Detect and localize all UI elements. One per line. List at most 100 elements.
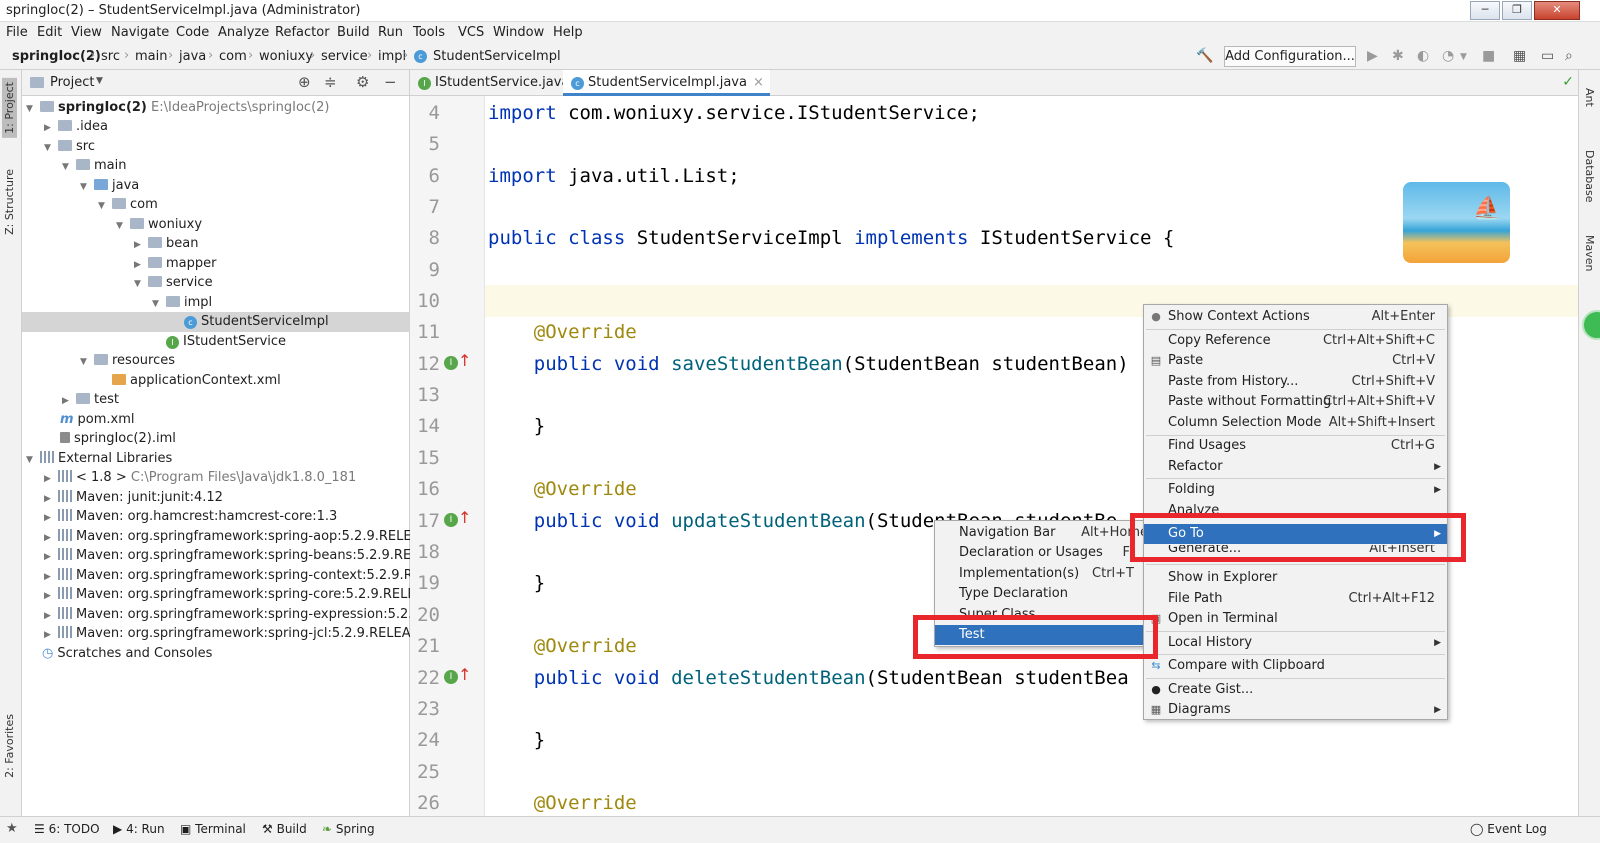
minimize-button[interactable]: ─: [1470, 1, 1500, 20]
hide-icon[interactable]: −: [384, 73, 397, 91]
code-line[interactable]: import java.util.List;: [488, 165, 740, 187]
code-line[interactable]: @Override: [488, 792, 637, 814]
profile-icon[interactable]: ◔: [1442, 48, 1454, 64]
close-icon[interactable]: ×: [753, 75, 764, 90]
menu-item-show-context-actions[interactable]: ● Show Context Actions Alt+Enter: [1144, 307, 1447, 327]
menu-item-paste[interactable]: ▤ Paste Ctrl+V: [1144, 351, 1447, 371]
code-line[interactable]: @Override: [488, 321, 637, 343]
breadcrumb-woniuxy[interactable]: woniuxy: [259, 49, 313, 64]
search-icon[interactable]: ⌕: [1565, 48, 1573, 64]
tree-item[interactable]: applicationContext.xml: [22, 371, 410, 391]
code-line[interactable]: }: [488, 729, 545, 751]
run-tool-button[interactable]: ▶ 4: Run: [113, 822, 165, 836]
tree-item[interactable]: ▶ Maven: org.springframework:spring-core:…: [22, 585, 441, 605]
menu-item-local-history[interactable]: Local History ▶: [1144, 633, 1447, 653]
arrow-up-icon[interactable]: ↑: [458, 351, 471, 370]
breadcrumb-java[interactable]: java: [179, 49, 206, 64]
menu-item-implementations[interactable]: Implementation(s) Ctrl+T: [935, 564, 1146, 584]
menu-file[interactable]: File: [6, 25, 28, 40]
run-icon[interactable]: ▶: [1367, 48, 1378, 64]
breadcrumb-src[interactable]: src: [101, 49, 120, 64]
tree-item[interactable]: I IStudentService: [22, 332, 410, 352]
menu-item-type-declaration[interactable]: Type Declaration: [935, 584, 1146, 604]
menu-item-column-selection-mode[interactable]: Column Selection Mode Alt+Shift+Insert: [1144, 413, 1447, 433]
menu-help[interactable]: Help: [553, 25, 583, 40]
code-line[interactable]: import com.woniuxy.service.IStudentServi…: [488, 102, 980, 124]
menu-item-compare-with-clipboard[interactable]: ⇆ Compare with Clipboard: [1144, 656, 1447, 676]
add-configuration-button[interactable]: Add Configuration...: [1224, 46, 1356, 67]
breadcrumb-service[interactable]: service: [321, 49, 368, 64]
menu-vcs[interactable]: VCS: [458, 25, 484, 40]
tree-item[interactable]: ▼ main: [22, 156, 410, 176]
tree-item[interactable]: ▼ impl: [22, 293, 410, 313]
arrow-up-icon[interactable]: ↑: [458, 508, 471, 527]
tree-item[interactable]: ▼ woniuxy: [22, 215, 410, 235]
maximize-button[interactable]: ❐: [1502, 1, 1532, 20]
menu-run[interactable]: Run: [378, 25, 403, 40]
tree-item[interactable]: ▶ Maven: junit:junit:4.12: [22, 488, 410, 508]
breadcrumb-file[interactable]: StudentServiceImpl: [433, 49, 561, 64]
tree-item[interactable]: ▼ src: [22, 137, 410, 157]
tree-item[interactable]: m pom.xml: [22, 410, 410, 430]
menu-code[interactable]: Code: [176, 25, 209, 40]
menu-navigate[interactable]: Navigate: [111, 25, 169, 40]
menu-item-diagrams[interactable]: ▦ Diagrams ▶: [1144, 700, 1447, 720]
gear-icon[interactable]: ⚙: [356, 73, 369, 91]
menu-item-copy-reference[interactable]: Copy Reference Ctrl+Alt+Shift+C: [1144, 331, 1447, 351]
menu-item-paste-without-formatting[interactable]: Paste without Formatting Ctrl+Alt+Shift+V: [1144, 392, 1447, 412]
hammer-icon[interactable]: 🔨: [1196, 48, 1213, 64]
tab-structure-tool[interactable]: Z: Structure: [2, 165, 17, 239]
close-button[interactable]: ✕: [1534, 1, 1580, 20]
tree-item[interactable]: ▶ mapper: [22, 254, 410, 274]
breadcrumb-main[interactable]: main: [135, 49, 167, 64]
todo-tool-button[interactable]: ☰ 6: TODO: [34, 822, 100, 836]
menu-window[interactable]: Window: [493, 25, 544, 40]
tree-item[interactable]: ▼ service: [22, 273, 410, 293]
menu-build[interactable]: Build: [337, 25, 370, 40]
code-line[interactable]: public class StudentServiceImpl implemen…: [488, 227, 1174, 249]
chevron-down-icon[interactable]: ▼: [96, 76, 103, 86]
implements-gutter-icon[interactable]: I: [444, 513, 458, 527]
tab-ant-tool[interactable]: Ant: [1583, 88, 1596, 107]
tree-item[interactable]: ▶ .idea: [22, 117, 410, 137]
breadcrumb-project[interactable]: springIoc(2): [12, 49, 101, 64]
event-log-button[interactable]: ◯ Event Log: [1470, 822, 1547, 836]
collapse-icon[interactable]: ≑: [324, 73, 337, 91]
menu-edit[interactable]: Edit: [37, 25, 62, 40]
stop-icon[interactable]: ■: [1482, 48, 1495, 64]
menu-tools[interactable]: Tools: [413, 25, 445, 40]
menu-item-analyze[interactable]: Analyze: [1144, 501, 1447, 513]
tree-item[interactable]: ▶ Maven: org.springframework:spring-expre…: [22, 605, 410, 625]
code-line[interactable]: @Override: [488, 635, 637, 657]
tree-item[interactable]: ▶ bean: [22, 234, 410, 254]
tab-studentserviceimpl[interactable]: c StudentServiceImpl.java ×: [563, 70, 770, 96]
tab-project-tool[interactable]: 1: Project: [2, 78, 17, 138]
menu-item-navigation-bar[interactable]: Navigation Bar Alt+Home: [935, 523, 1148, 543]
tree-item[interactable]: ▶ < 1.8 > C:\Program Files\Java\jdk1.8.0_…: [22, 468, 410, 488]
spring-tool-button[interactable]: ❧ Spring: [322, 822, 375, 836]
build-tool-button[interactable]: ⚒ Build: [262, 822, 307, 836]
project-structure-icon[interactable]: ▦: [1513, 48, 1526, 64]
tree-item[interactable]: ▼ resources: [22, 351, 410, 371]
menu-item-find-usages[interactable]: Find Usages Ctrl+G: [1144, 436, 1447, 456]
menu-view[interactable]: View: [71, 25, 102, 40]
tree-item[interactable]: ▼ springIoc(2) E:\IdeaProjects\springIoc(…: [22, 98, 410, 118]
debug-icon[interactable]: ✱: [1392, 48, 1404, 64]
menu-item-folding[interactable]: Folding ▶: [1144, 480, 1447, 500]
layout-icon[interactable]: ▭: [1541, 48, 1554, 64]
code-line[interactable]: public void saveStudentBean(StudentBean …: [488, 353, 1129, 375]
tree-item[interactable]: ▶ Maven: org.springframework:spring-beans…: [22, 546, 410, 566]
tree-item[interactable]: ▶ Maven: org.hamcrest:hamcrest-core:1.3: [22, 507, 410, 527]
locate-icon[interactable]: ⊕: [298, 73, 311, 91]
tab-database-tool[interactable]: Database: [1583, 150, 1596, 203]
breadcrumb-impl[interactable]: impl: [378, 49, 406, 64]
tree-item[interactable]: ▶ Maven: org.springframework:spring-jcl:5…: [22, 624, 427, 644]
coverage-icon[interactable]: ◐: [1417, 48, 1429, 64]
code-line[interactable]: }: [488, 572, 545, 594]
tree-item[interactable]: springIoc(2).iml: [22, 429, 410, 449]
menu-item-open-in-terminal[interactable]: ▣ Open in Terminal: [1144, 609, 1447, 629]
menu-refactor[interactable]: Refactor: [275, 25, 330, 40]
chevron-down-icon[interactable]: ▼: [1460, 52, 1467, 62]
breadcrumb-com[interactable]: com: [219, 49, 247, 64]
arrow-up-icon[interactable]: ↑: [458, 665, 471, 684]
